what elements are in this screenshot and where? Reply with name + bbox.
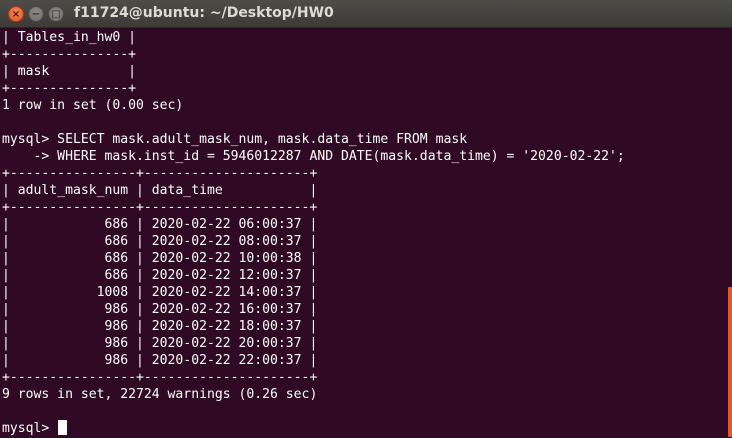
scrollbar-thumb[interactable] xyxy=(728,287,732,437)
terminal-line: | Tables_in_hw0 | xyxy=(2,30,137,45)
terminal-line: -> WHERE mask.inst_id = 5946012287 AND D… xyxy=(2,149,625,164)
terminal-line: 1 row in set (0.00 sec) xyxy=(2,98,184,113)
text-cursor xyxy=(58,420,68,435)
terminal-line: +---------------+ xyxy=(2,81,137,96)
terminal-line: | 986 | 2020-02-22 22:00:37 | xyxy=(2,353,318,368)
scrollbar[interactable] xyxy=(726,29,732,438)
terminal-line: | 686 | 2020-02-22 10:00:38 | xyxy=(2,251,318,266)
close-icon[interactable]: × xyxy=(8,6,24,22)
terminal-line: | mask | xyxy=(2,64,137,79)
terminal-line: +---------------+ xyxy=(2,47,137,62)
terminal-line: 9 rows in set, 22724 warnings (0.26 sec) xyxy=(2,387,318,402)
terminal-line: | 1008 | 2020-02-22 14:00:37 | xyxy=(2,285,318,300)
terminal-line: +----------------+---------------------+ xyxy=(2,200,318,215)
maximize-icon[interactable]: □ xyxy=(48,6,64,22)
terminal-line: | adult_mask_num | data_time | xyxy=(2,183,318,198)
terminal-output[interactable]: | Tables_in_hw0 | +---------------+ | mask… xyxy=(2,29,724,438)
prompt-line[interactable]: mysql> xyxy=(2,420,724,437)
terminal-line: | 986 | 2020-02-22 18:00:37 | xyxy=(2,319,318,334)
minimize-icon[interactable]: − xyxy=(28,6,44,22)
terminal-line: | 686 | 2020-02-22 08:00:37 | xyxy=(2,234,318,249)
title-bar[interactable]: × − □ f11724@ubuntu: ~/Desktop/HW0 xyxy=(0,0,732,28)
window-title: f11724@ubuntu: ~/Desktop/HW0 xyxy=(74,5,334,21)
terminal-window: × − □ f11724@ubuntu: ~/Desktop/HW0 | Tab… xyxy=(0,0,732,438)
terminal-line: | 686 | 2020-02-22 06:00:37 | xyxy=(2,217,318,232)
terminal-line: mysql> SELECT mask.adult_mask_num, mask.… xyxy=(2,132,468,147)
terminal-line: | 986 | 2020-02-22 16:00:37 | xyxy=(2,302,318,317)
terminal-line: | 986 | 2020-02-22 20:00:37 | xyxy=(2,336,318,351)
terminal-line: +----------------+---------------------+ xyxy=(2,166,318,181)
mysql-prompt: mysql> xyxy=(2,421,58,436)
terminal-line: +----------------+---------------------+ xyxy=(2,370,318,385)
terminal-line: | 686 | 2020-02-22 12:00:37 | xyxy=(2,268,318,283)
